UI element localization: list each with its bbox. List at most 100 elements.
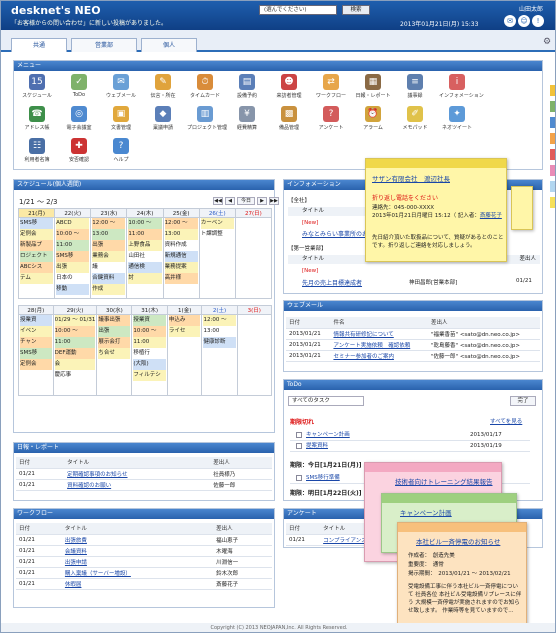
- next-week-button[interactable]: ▶▶: [269, 197, 279, 205]
- column-header[interactable]: 日付: [286, 523, 321, 535]
- side-tab-orange[interactable]: [550, 133, 555, 144]
- calendar-day-header[interactable]: 22(火): [54, 208, 92, 218]
- sticky-call-company[interactable]: サザン有限会社 渡辺社長: [372, 173, 450, 183]
- calendar-event[interactable]: 13:00: [164, 229, 198, 240]
- calendar-event[interactable]: 出張: [98, 326, 131, 337]
- calendar-event[interactable]: ロジェクト: [20, 251, 54, 262]
- calendar-event[interactable]: 山田社: [128, 251, 162, 262]
- calendar-event[interactable]: 高井様: [164, 273, 198, 284]
- calendar-event[interactable]: 13:00: [92, 229, 126, 240]
- bell-notify-icon[interactable]: !: [532, 15, 544, 27]
- calendar-day-header[interactable]: 26(土): [198, 208, 236, 218]
- side-tab-yellow[interactable]: [550, 85, 555, 96]
- calendar-day-cell[interactable]: 12:00 ～ 13:00 資料作成 新規通信 業務提案 高井様: [162, 217, 200, 299]
- calendar-event[interactable]: 上野食品: [128, 240, 162, 251]
- table-cell[interactable]: 資料確認のお願い: [64, 479, 211, 491]
- menu-item[interactable]: 15 スケジュール: [19, 74, 55, 104]
- menu-item[interactable]: ▩ 備品管理: [271, 106, 307, 136]
- menu-item[interactable]: ☻ 来訪者管理: [271, 74, 307, 104]
- calendar-day-cell[interactable]: 10:00 ～ 11:00 上野食品 山田社 通信検討: [126, 217, 164, 299]
- calendar-day-header[interactable]: 1(金): [166, 305, 203, 315]
- menu-item[interactable]: ▦ 日報・レポート: [355, 74, 391, 104]
- menu-item[interactable]: ✚ 安否確認: [61, 138, 97, 168]
- calendar-event[interactable]: 移植行: [133, 348, 166, 359]
- calendar-event[interactable]: 業務提案: [164, 262, 198, 273]
- table-row[interactable]: 01/21 休暇届 斎藤花子: [16, 578, 272, 590]
- table-row[interactable]: 01/21 出張申請 川淵信一: [16, 556, 272, 568]
- calendar-day-cell[interactable]: 授業資 イベン チャン SMS移 定例会: [18, 314, 54, 396]
- calendar-event[interactable]: 日本の: [56, 273, 90, 284]
- todo-filter-select[interactable]: すべてのタスク: [288, 396, 364, 406]
- calendar-day-header[interactable]: 25(金): [162, 208, 200, 218]
- calendar-event[interactable]: ち合せ: [98, 348, 131, 359]
- calendar-event[interactable]: 11:00: [54, 337, 96, 348]
- table-cell[interactable]: 会議資料: [61, 545, 214, 557]
- calendar-event[interactable]: 議: [92, 262, 126, 273]
- calendar-event[interactable]: 12:00 ～: [203, 315, 236, 326]
- calendar-event[interactable]: 定例会: [20, 359, 52, 370]
- menu-item[interactable]: i インフォメーション: [439, 74, 484, 104]
- info-item-link[interactable]: みなとみらい事業所のお知: [302, 229, 374, 238]
- column-header[interactable]: 差出人: [213, 523, 272, 535]
- calendar-event[interactable]: ABCシス: [20, 262, 54, 273]
- schedule-title[interactable]: スケジュール(個人週間): [14, 180, 274, 190]
- sticky-call-writer[interactable]: 斎藤花子: [480, 213, 502, 219]
- calendar-event[interactable]: フィルテシ: [133, 370, 166, 381]
- reports-title[interactable]: 日報・レポート: [14, 443, 274, 453]
- calendar-event[interactable]: 通信検: [128, 262, 162, 273]
- calendar-event[interactable]: カーベン: [200, 218, 234, 229]
- todo-checkbox[interactable]: [296, 442, 302, 449]
- gear-icon[interactable]: ⚙: [543, 37, 551, 47]
- column-header[interactable]: 日付: [286, 317, 331, 329]
- calendar-event[interactable]: 01/29 ～ 01/31: [54, 315, 96, 326]
- search-button[interactable]: 検索: [342, 5, 370, 15]
- calendar-event[interactable]: 移動: [56, 284, 90, 295]
- calendar-event[interactable]: 11:00: [128, 229, 162, 240]
- column-header[interactable]: 差出人: [210, 457, 272, 469]
- calendar-day-cell[interactable]: 01/29 ～ 01/31 10:00 ～ 11:00 DEF運動会慶応事: [52, 314, 98, 396]
- side-tab-pink[interactable]: [550, 165, 555, 176]
- calendar-event[interactable]: 作成: [92, 284, 126, 295]
- table-cell[interactable]: 定期確認事項のお知らせ: [64, 468, 211, 480]
- table-cell[interactable]: 情報共有研修記について: [330, 328, 429, 340]
- menu-item[interactable]: ◆ 稟議申請: [145, 106, 181, 136]
- menu-item[interactable]: ◎ 電子会議室: [61, 106, 97, 136]
- calendar-event[interactable]: 10:00 ～: [133, 326, 166, 337]
- table-row[interactable]: 01/21 定期確認事項のお知らせ 社員様乃: [16, 468, 272, 480]
- calendar-day-cell[interactable]: [234, 217, 273, 299]
- sticky-campaign-title[interactable]: キャンペーン計画: [400, 507, 452, 517]
- prev-week-button[interactable]: ◀◀: [213, 197, 223, 205]
- todo-complete-button[interactable]: 完了: [510, 396, 536, 406]
- webmail-title[interactable]: ウェブメール: [284, 301, 542, 311]
- todo-see-all-link[interactable]: すべてを見る: [490, 417, 522, 425]
- calendar-event[interactable]: 合鍵資料: [92, 273, 126, 284]
- column-header[interactable]: タイトル: [64, 457, 211, 469]
- calendar-event[interactable]: DEF運動: [54, 348, 96, 359]
- calendar-event[interactable]: 会: [54, 359, 96, 370]
- todo-checkbox[interactable]: [296, 431, 302, 438]
- calendar-event[interactable]: 資料作成: [164, 240, 198, 251]
- calendar-event[interactable]: 10:00 ～: [56, 229, 90, 240]
- calendar-event[interactable]: 新製品プ: [20, 240, 54, 251]
- calendar-day-header[interactable]: 30(水): [96, 305, 133, 315]
- calendar-event[interactable]: (大阪): [133, 359, 166, 370]
- calendar-event[interactable]: ABCD: [56, 218, 90, 229]
- calendar-event[interactable]: 健康診断: [203, 337, 236, 348]
- calendar-day-cell[interactable]: カーベン ト課調整: [198, 217, 236, 299]
- calendar-event[interactable]: 授業資: [20, 315, 52, 326]
- menu-item[interactable]: ✐ メモパッド: [397, 106, 433, 136]
- calendar-day-header[interactable]: 27(日): [234, 208, 273, 218]
- sticky-call-header[interactable]: [366, 159, 506, 168]
- calendar-event[interactable]: 12:00 ～: [92, 218, 126, 229]
- table-cell[interactable]: アンケート実施依頼 確認依頼: [330, 339, 429, 351]
- table-row[interactable]: 01/21 購入稟議（サーバー増設） 鈴木次郎: [16, 567, 272, 579]
- menu-item[interactable]: ✎ 伝言・所在: [145, 74, 181, 104]
- calendar-event[interactable]: 12:00 ～: [164, 218, 198, 229]
- calendar-day-header[interactable]: 2(土): [201, 305, 238, 315]
- calendar-event[interactable]: 展示会打: [98, 337, 131, 348]
- sticky-news-header[interactable]: [398, 523, 526, 532]
- calendar-day-header[interactable]: 29(火): [52, 305, 98, 315]
- user-name[interactable]: 山田太郎: [519, 4, 543, 13]
- menu-item[interactable]: ≡ 議事録: [397, 74, 433, 104]
- side-tab-blue[interactable]: [550, 117, 555, 128]
